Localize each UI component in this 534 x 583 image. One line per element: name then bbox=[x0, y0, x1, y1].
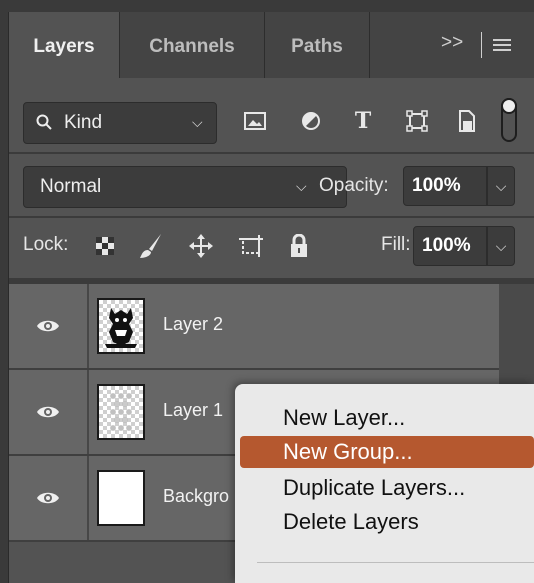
divider bbox=[9, 216, 534, 218]
eye-icon bbox=[37, 406, 59, 418]
layer-thumbnail bbox=[97, 298, 145, 354]
tabs-overflow-button[interactable]: >> bbox=[441, 32, 463, 54]
lock-transparent-pixels-icon[interactable] bbox=[89, 230, 121, 262]
panel-menu-icon[interactable] bbox=[493, 39, 511, 51]
fill-dropdown-button[interactable]: ⌵ bbox=[487, 226, 515, 266]
visibility-toggle[interactable] bbox=[9, 284, 89, 368]
layer-row[interactable]: Layer 2 bbox=[9, 284, 499, 370]
shape-filter-icon[interactable] bbox=[401, 105, 433, 137]
eye-icon bbox=[37, 320, 59, 332]
layer-name[interactable]: Layer 1 bbox=[163, 400, 223, 421]
menu-item-new-layer[interactable]: New Layer... bbox=[235, 402, 534, 434]
menu-item-new-group[interactable]: New Group... bbox=[240, 436, 534, 468]
divider bbox=[9, 152, 534, 154]
visibility-toggle[interactable] bbox=[9, 456, 89, 540]
layer-thumbnail bbox=[97, 470, 145, 526]
panel-tab-bar: Layers Channels Paths >> bbox=[9, 12, 534, 78]
adjustment-filter-icon[interactable] bbox=[295, 105, 327, 137]
tabs-separator bbox=[481, 32, 482, 58]
illustration-thumbnail-icon bbox=[105, 308, 137, 348]
visibility-toggle[interactable] bbox=[9, 370, 89, 454]
menu-item-duplicate-layers[interactable]: Duplicate Layers... bbox=[235, 472, 534, 504]
menu-separator bbox=[257, 562, 534, 563]
lock-image-pixels-icon[interactable] bbox=[135, 230, 167, 262]
lock-label: Lock: bbox=[23, 234, 69, 255]
chevron-down-icon: ⌵ bbox=[192, 114, 203, 130]
chevron-down-icon: ⌵ bbox=[296, 178, 307, 194]
filter-toggle-switch[interactable] bbox=[501, 98, 517, 142]
filter-kind-select[interactable]: Kind ⌵ bbox=[23, 102, 217, 144]
layer-thumbnail bbox=[97, 384, 145, 440]
menu-item-delete-layers[interactable]: Delete Layers bbox=[235, 506, 534, 538]
context-menu: New Layer... New Group... Duplicate Laye… bbox=[235, 384, 534, 583]
opacity-dropdown-button[interactable]: ⌵ bbox=[487, 166, 515, 206]
layer-name[interactable]: Layer 2 bbox=[163, 314, 223, 335]
fill-input[interactable]: 100% bbox=[413, 226, 487, 266]
lock-all-icon[interactable] bbox=[283, 230, 315, 262]
opacity-label: Opacity: bbox=[319, 175, 389, 196]
filter-kind-label: Kind bbox=[64, 112, 103, 133]
pattern-thumbnail-icon bbox=[110, 393, 132, 431]
blend-mode-value: Normal bbox=[40, 176, 102, 197]
lock-position-icon[interactable] bbox=[185, 230, 217, 262]
lock-artboard-icon[interactable] bbox=[235, 230, 267, 262]
tab-channels[interactable]: Channels bbox=[120, 12, 264, 78]
opacity-input[interactable]: 100% bbox=[403, 166, 487, 206]
tab-paths[interactable]: Paths bbox=[265, 12, 369, 78]
type-filter-icon[interactable]: T bbox=[347, 105, 379, 137]
layer-name[interactable]: Backgro bbox=[163, 486, 229, 507]
tab-layers[interactable]: Layers bbox=[9, 12, 119, 78]
search-icon bbox=[36, 114, 52, 130]
smart-object-filter-icon[interactable] bbox=[451, 105, 483, 137]
eye-icon bbox=[37, 492, 59, 504]
image-filter-icon[interactable] bbox=[239, 105, 271, 137]
fill-label: Fill: bbox=[381, 234, 411, 255]
tab-divider bbox=[369, 12, 370, 78]
blend-mode-select[interactable]: Normal ⌵ bbox=[23, 166, 347, 208]
